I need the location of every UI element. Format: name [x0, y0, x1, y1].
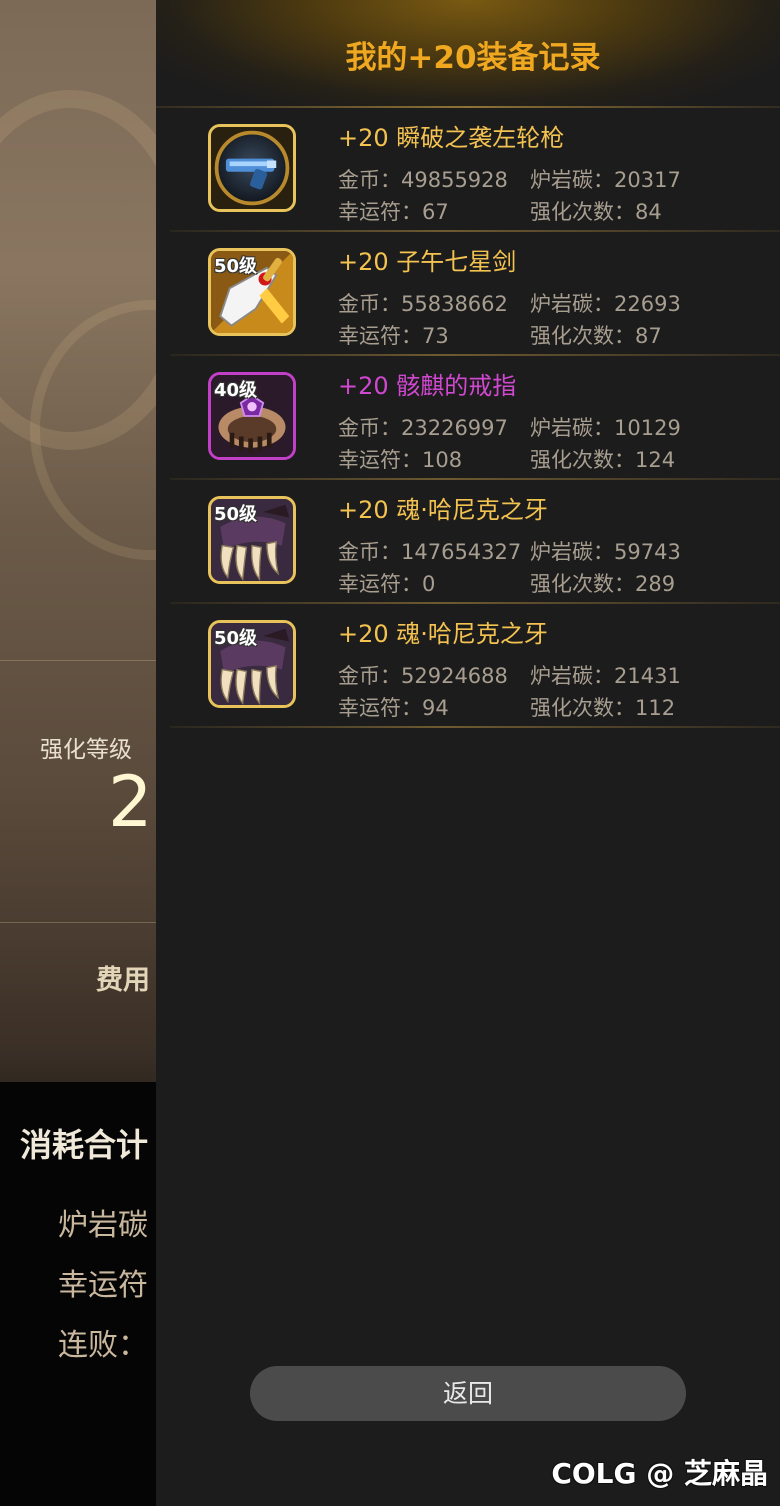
carbon-stat: 炉岩碳：21431: [530, 660, 681, 690]
gold-value: 55838662: [401, 292, 508, 316]
luck-label: 幸运符：: [338, 448, 422, 472]
record-list: +20 瞬破之袭左轮枪 金币：49855928 炉岩碳：20317 幸运符：67 强化次…: [156, 108, 780, 728]
back-button[interactable]: 返回: [250, 1366, 686, 1421]
carbon-label: 炉岩碳：: [530, 292, 614, 316]
carbon-label: 炉岩碳：: [530, 416, 614, 440]
record-row: 40级 +20 骸麒的戒指 金币：23226997 炉岩碳：10129 幸运符：108 强…: [156, 356, 780, 480]
consume-luck-label: 幸运符: [58, 1268, 148, 1303]
carbon-value: 59743: [614, 540, 681, 564]
gold-stat: 金币：49855928: [338, 164, 508, 194]
gold-label: 金币：: [338, 664, 401, 688]
enhance-level-label: 强化等级: [40, 737, 132, 763]
record-row: 50级 +20 子午七星剑 金币：55838662 炉岩碳：22693 幸运符：73 强化…: [156, 232, 780, 356]
fee-label: 费用: [96, 965, 150, 996]
count-value: 84: [635, 200, 662, 224]
gold-value: 52924688: [401, 664, 508, 688]
revolver-icon[interactable]: [208, 124, 296, 212]
count-stat: 强化次数：84: [530, 196, 662, 226]
luck-label: 幸运符：: [338, 572, 422, 596]
record-row: +20 瞬破之袭左轮枪 金币：49855928 炉岩碳：20317 幸运符：67 强化次…: [156, 108, 780, 232]
claw-icon[interactable]: 50级: [208, 620, 296, 708]
luck-stat: 幸运符：73: [338, 320, 449, 350]
divider: [0, 922, 156, 923]
carbon-value: 21431: [614, 664, 681, 688]
carbon-value: 20317: [614, 168, 681, 192]
consume-total-title: 消耗合计: [20, 1126, 149, 1164]
count-value: 289: [635, 572, 676, 596]
gold-stat: 金币：52924688: [338, 660, 508, 690]
luck-label: 幸运符：: [338, 696, 422, 720]
item-name: +20 魂·哈尼克之牙: [338, 496, 548, 524]
level-badge: 50级: [214, 256, 258, 277]
carbon-value: 10129: [614, 416, 681, 440]
carbon-stat: 炉岩碳：59743: [530, 536, 681, 566]
carbon-stat: 炉岩碳：20317: [530, 164, 681, 194]
count-stat: 强化次数：112: [530, 692, 675, 722]
carbon-label: 炉岩碳：: [530, 168, 614, 192]
carbon-stat: 炉岩碳：22693: [530, 288, 681, 318]
gold-stat: 金币：23226997: [338, 412, 508, 442]
gold-label: 金币：: [338, 416, 401, 440]
consume-fail-streak-label: 连败：: [58, 1328, 148, 1363]
luck-value: 108: [422, 448, 463, 472]
carbon-stat: 炉岩碳：10129: [530, 412, 681, 442]
item-name: +20 子午七星剑: [338, 248, 517, 276]
luck-stat: 幸运符：67: [338, 196, 449, 226]
count-stat: 强化次数：124: [530, 444, 675, 474]
luck-label: 幸运符：: [338, 200, 422, 224]
count-label: 强化次数：: [530, 200, 635, 224]
count-value: 124: [635, 448, 676, 472]
enhance-level-value: 2: [108, 761, 153, 843]
gold-value: 147654327: [401, 540, 522, 564]
luck-label: 幸运符：: [338, 324, 422, 348]
gold-label: 金币：: [338, 292, 401, 316]
item-name: +20 魂·哈尼克之牙: [338, 620, 548, 648]
gold-stat: 金币：147654327: [338, 536, 521, 566]
claw-icon[interactable]: 50级: [208, 496, 296, 584]
dialog-title: 我的+20装备记录: [345, 40, 601, 76]
ring-icon[interactable]: 40级: [208, 372, 296, 460]
consume-carbon-label: 炉岩碳: [58, 1208, 148, 1243]
count-stat: 强化次数：289: [530, 568, 675, 598]
luck-stat: 幸运符：0: [338, 568, 435, 598]
luck-value: 73: [422, 324, 449, 348]
watermark: COLG @ 芝麻晶: [551, 1457, 768, 1490]
count-label: 强化次数：: [530, 324, 635, 348]
carbon-value: 22693: [614, 292, 681, 316]
sword-icon[interactable]: 50级: [208, 248, 296, 336]
gold-value: 49855928: [401, 168, 508, 192]
level-badge: 40级: [214, 380, 258, 401]
level-badge: 50级: [214, 628, 258, 649]
luck-value: 94: [422, 696, 449, 720]
count-value: 87: [635, 324, 662, 348]
carbon-label: 炉岩碳：: [530, 540, 614, 564]
gold-stat: 金币：55838662: [338, 288, 508, 318]
gold-value: 23226997: [401, 416, 508, 440]
gold-label: 金币：: [338, 168, 401, 192]
count-label: 强化次数：: [530, 696, 635, 720]
level-badge: 50级: [214, 504, 258, 525]
luck-value: 0: [422, 572, 436, 596]
records-dialog: 我的+20装备记录 +20 瞬破之袭左轮枪 金币：49855928 炉岩碳：2031…: [156, 0, 780, 1506]
record-row: 50级 +20 魂·哈尼克之牙 金币：52924688 炉岩碳：21431 幸运符：94…: [156, 604, 780, 728]
carbon-label: 炉岩碳：: [530, 664, 614, 688]
count-label: 强化次数：: [530, 448, 635, 472]
count-stat: 强化次数：87: [530, 320, 662, 350]
count-value: 112: [635, 696, 676, 720]
item-name: +20 骸麒的戒指: [338, 372, 517, 400]
luck-value: 67: [422, 200, 449, 224]
row-divider: [170, 726, 780, 728]
record-row: 50级 +20 魂·哈尼克之牙 金币：147654327 炉岩碳：59743 幸运符：0…: [156, 480, 780, 604]
item-name: +20 瞬破之袭左轮枪: [338, 124, 565, 152]
count-label: 强化次数：: [530, 572, 635, 596]
luck-stat: 幸运符：108: [338, 444, 462, 474]
gold-label: 金币：: [338, 540, 401, 564]
divider: [0, 660, 156, 661]
luck-stat: 幸运符：94: [338, 692, 449, 722]
dialog-header: 我的+20装备记录: [156, 0, 780, 106]
